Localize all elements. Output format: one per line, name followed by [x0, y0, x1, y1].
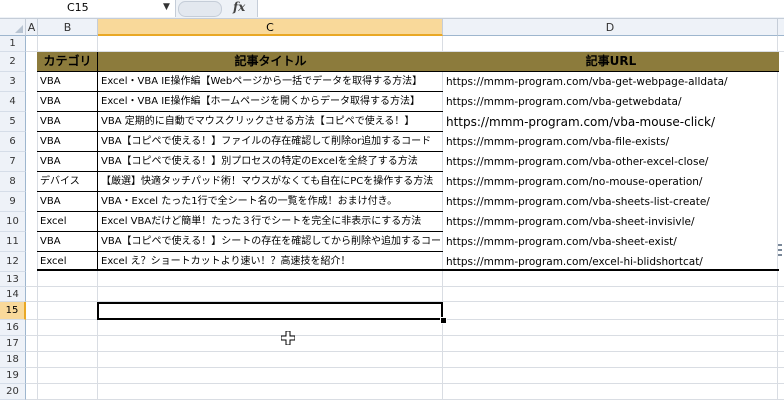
- chevron-down-icon[interactable]: ▼: [163, 2, 170, 12]
- table-cell-url[interactable]: https://mmm-program.com/no-mouse-operati…: [443, 172, 778, 192]
- table-cell-category[interactable]: VBA: [37, 152, 98, 172]
- table-cell-url[interactable]: https://mmm-program.com/vba-sheet-invisi…: [443, 212, 778, 232]
- table-cell-title[interactable]: VBA・Excel たった1行で全シート名の一覧を作成！おまけ付き。: [98, 192, 443, 212]
- table-cell-category[interactable]: VBA: [37, 232, 98, 252]
- table-cell-title[interactable]: VBA【コピペで使える！】別プロセスの特定のExcelを全終了する方法: [98, 152, 443, 172]
- table-cell-url[interactable]: https://mmm-program.com/vba-sheets-list-…: [443, 192, 778, 212]
- table-cell-url[interactable]: https://mmm-program.com/vba-mouse-click/: [443, 112, 778, 132]
- column-header-c[interactable]: C: [98, 19, 443, 36]
- table-cell-category[interactable]: VBA: [37, 72, 98, 92]
- row-header-14[interactable]: 14: [0, 287, 26, 302]
- row-header-11[interactable]: 11: [0, 232, 26, 252]
- table-cell-category[interactable]: デバイス: [37, 172, 98, 192]
- table-cell-title[interactable]: Excel VBAだけど簡単！たった３行でシートを完全に非表示にする方法: [98, 212, 443, 232]
- table-header-category[interactable]: カテゴリ: [37, 52, 98, 71]
- table-cell-url[interactable]: https://mmm-program.com/vba-get-webpage-…: [443, 72, 778, 92]
- table-cell-url[interactable]: https://mmm-program.com/vba-getwebdata/: [443, 92, 778, 112]
- column-header-a[interactable]: A: [26, 19, 38, 36]
- table-cell-category[interactable]: VBA: [37, 92, 98, 112]
- column-header-b[interactable]: B: [38, 19, 98, 36]
- table-cell-category[interactable]: VBA: [37, 192, 98, 212]
- column-header-d[interactable]: D: [443, 19, 778, 36]
- table-cell-url[interactable]: https://mmm-program.com/vba-sheet-exist/: [443, 232, 778, 252]
- row-header-13[interactable]: 13: [0, 272, 26, 287]
- table-header-url[interactable]: 記事URL: [443, 52, 779, 71]
- row-header-17[interactable]: 17: [0, 336, 26, 352]
- table-cell-title[interactable]: Excel・VBA IE操作編【Webページから一括でデータを取得する方法】: [98, 72, 443, 92]
- row-header-12[interactable]: 12: [0, 252, 26, 272]
- row-header-16[interactable]: 16: [0, 320, 26, 336]
- table-cell-category[interactable]: VBA: [37, 112, 98, 132]
- table-cell-category[interactable]: VBA: [37, 132, 98, 152]
- row-header-8[interactable]: 8: [0, 172, 26, 192]
- row-header-5[interactable]: 5: [0, 112, 26, 132]
- row-header-6[interactable]: 6: [0, 132, 26, 152]
- table-header-title[interactable]: 記事タイトル: [98, 52, 443, 71]
- row-header-10[interactable]: 10: [0, 212, 26, 232]
- select-all-button[interactable]: [0, 19, 26, 36]
- split-handle-icon[interactable]: [778, 244, 782, 256]
- table-cell-url[interactable]: https://mmm-program.com/vba-file-exists/: [443, 132, 778, 152]
- name-box[interactable]: C15 ▼: [0, 0, 176, 17]
- formula-bar: C15 ▼ ⋮ fx: [0, 0, 784, 19]
- table-cell-category[interactable]: Excel: [37, 212, 98, 232]
- row-header-19[interactable]: 19: [0, 368, 26, 384]
- table-cell-title[interactable]: 【厳選】快適タッチパッド術！マウスがなくても自在にPCを操作する方法: [98, 172, 443, 192]
- row-header-1[interactable]: 1: [0, 36, 26, 52]
- name-box-value: C15: [67, 1, 89, 14]
- table-cell-title[interactable]: VBA 定期的に自動でマウスクリックさせる方法【コピペで使える！】: [98, 112, 443, 132]
- row-header-3[interactable]: 3: [0, 72, 26, 92]
- table-cell-title[interactable]: VBA【コピペで使える！】シートの存在を確認してから削除や追加するコード！: [98, 232, 443, 252]
- row-header-4[interactable]: 4: [0, 92, 26, 112]
- table-cell-url[interactable]: https://mmm-program.com/vba-other-excel-…: [443, 152, 778, 172]
- row-header-15[interactable]: 15: [0, 302, 26, 320]
- formula-input[interactable]: [257, 0, 784, 17]
- table-cell-title[interactable]: VBA【コピペで使える！】ファイルの存在確認して削除or追加するコード: [98, 132, 443, 152]
- fill-handle[interactable]: [440, 317, 447, 324]
- row-header-9[interactable]: 9: [0, 192, 26, 212]
- row-header-18[interactable]: 18: [0, 352, 26, 368]
- column-header-e[interactable]: [778, 19, 784, 36]
- formula-bar-buttons: [178, 1, 222, 17]
- cell-select-cursor-icon: [281, 331, 295, 345]
- insert-function-icon[interactable]: fx: [233, 0, 245, 14]
- active-cell-selection[interactable]: [97, 302, 443, 320]
- row-header-7[interactable]: 7: [0, 152, 26, 172]
- row-header-2[interactable]: 2: [0, 52, 26, 72]
- table-cell-title[interactable]: Excel・VBA IE操作編【ホームページを開くからデータ取得する方法】: [98, 92, 443, 112]
- row-header-20[interactable]: 20: [0, 384, 26, 400]
